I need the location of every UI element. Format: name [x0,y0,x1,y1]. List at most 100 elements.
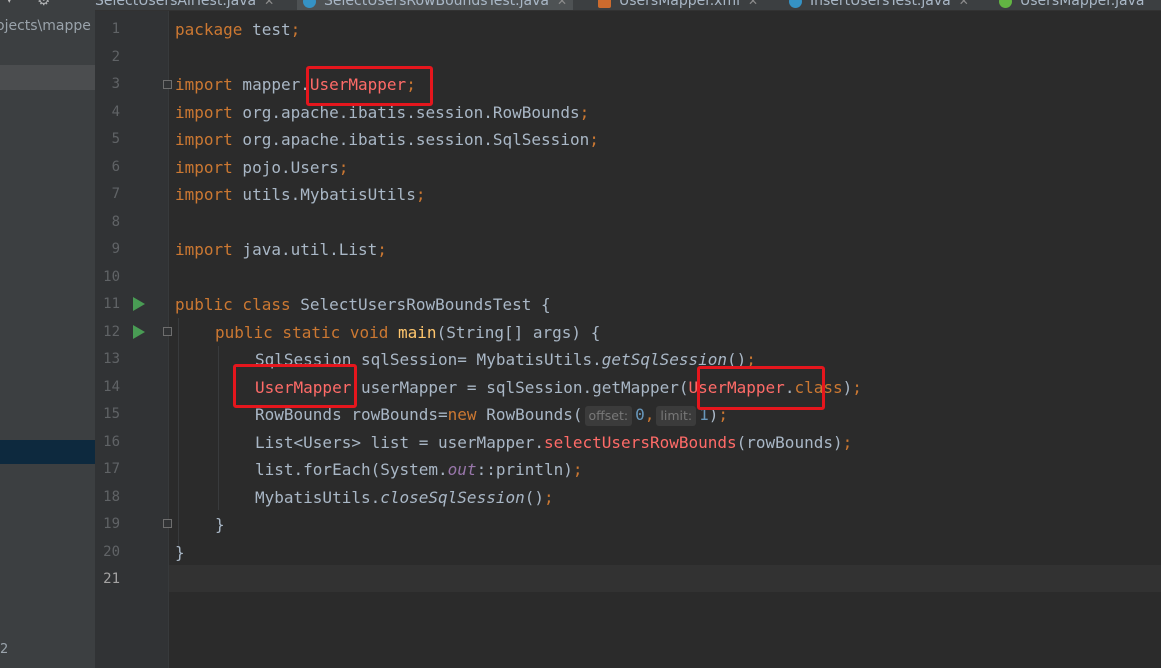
unresolved-symbol: UserMapper [255,378,352,397]
semicolon: ; [415,185,426,204]
tab-select-users-rowbounds-test[interactable]: SelectUsersRowBoundsTest.java ✕ [297,0,574,10]
code-line-14[interactable]: UserMapper userMapper = sqlSession.getMa… [255,374,862,401]
code-line-13[interactable]: SqlSession sqlSession= MybatisUtils.getS… [255,346,756,373]
number-literal: 1 [699,405,709,424]
keyword: package [175,20,243,39]
code-text: (rowBounds) [736,433,843,452]
code-text: } [175,543,185,562]
tab-select-users-all-test[interactable]: SelectUsersAllTest.java ✕ [95,0,274,10]
indent-guide [218,346,219,510]
code-line-9[interactable]: import java.util.List; [175,236,387,263]
code-line-4[interactable]: import org.apache.ibatis.session.RowBoun… [175,99,589,126]
line-number: 1 [111,21,120,37]
line-number: 19 [103,516,120,532]
collapse-icon[interactable]: ▾ [6,0,13,7]
tab-insert-users-test[interactable]: InsertUsersTest.java ✕ [789,0,969,10]
keyword: import [175,75,233,94]
unresolved-method: selectUsersRowBounds [543,433,737,452]
number-literal: 0 [635,405,645,424]
code-line-1[interactable]: package test; [175,16,300,43]
code-line-18[interactable]: MybatisUtils.closeSqlSession(); [255,484,554,511]
code-line-3[interactable]: import mapper.UserMapper; [175,71,416,98]
code-text: SelectUsersRowBoundsTest { [290,295,551,314]
line-number: 5 [111,131,120,147]
line-number: 17 [103,461,120,477]
project-path[interactable]: ojects\mappe [0,18,95,34]
close-icon[interactable]: ✕ [959,0,969,8]
code-text: org.apache.ibatis.session.RowBounds [232,103,580,122]
fold-icon[interactable] [163,519,172,528]
code-text: SqlSession sqlSession= MybatisUtils. [255,350,602,369]
code-line-20[interactable]: } [175,539,185,566]
code-text: pojo.Users [232,158,339,177]
fold-icon[interactable] [163,80,172,89]
code-line-7[interactable]: import utils.MybatisUtils; [175,181,425,208]
tab-label: UsersMapper.xml [619,0,740,9]
fold-icon[interactable] [163,327,172,336]
semicolon: ; [579,103,590,122]
tab-users-mapper-java[interactable]: UsersMapper.java [999,0,1145,10]
code-line-17[interactable]: list.forEach(System.out::println); [255,456,583,483]
close-icon[interactable]: ✕ [264,0,274,8]
close-icon[interactable]: ✕ [557,0,567,8]
line-number: 7 [111,186,120,202]
code-text: RowBounds( [476,405,583,424]
code-text: ) [842,378,853,397]
tab-label: SelectUsersRowBoundsTest.java [324,0,549,9]
static-method-call: closeSqlSession [380,488,525,507]
code-text: } [215,515,225,534]
tab-users-mapper-xml[interactable]: UsersMapper.xml ✕ [598,0,758,10]
run-icon[interactable] [133,325,145,339]
comma: , [644,405,655,424]
code-line-15[interactable]: RowBounds rowBounds=new RowBounds(offset… [255,401,728,428]
code-line-19[interactable]: } [215,511,225,538]
semicolon: ; [338,158,349,177]
line-number: 10 [103,268,120,285]
line-number: 15 [103,406,120,422]
editor-tab-bar: SelectUsersAllTest.java ✕ SelectUsersRowB… [95,0,1161,11]
line-number: 4 [111,103,120,120]
semicolon: ; [589,130,599,149]
project-tree-row-highlight[interactable] [0,65,95,90]
line-number: 6 [111,158,120,175]
project-tree-row-selected[interactable] [0,440,95,464]
code-line-5[interactable]: import org.apache.ibatis.session.SqlSess… [175,126,599,153]
method-name: main [388,323,437,342]
code-text: () [524,488,544,507]
code-text: org.apache.ibatis.session.SqlSession [232,130,590,149]
parameter-hint: offset: [584,406,633,426]
semicolon: ; [406,75,416,94]
semicolon: ; [572,460,583,479]
run-icon[interactable] [133,297,145,311]
keyword: import [175,158,233,177]
code-text: List<Users> list = userMapper. [255,433,544,452]
keyword: public static void [215,323,389,342]
keyword: import [175,240,233,259]
project-toolbar: ▾ ⚙ [0,0,95,9]
code-line-12[interactable]: public static void main(String[] args) { [215,319,600,346]
tab-label: UsersMapper.java [1020,0,1145,9]
line-number: 21 [103,571,120,587]
semicolon: ; [746,350,756,369]
code-text: test [242,20,291,39]
project-panel[interactable]: ▾ ⚙ ojects\mappe 2 [0,0,95,668]
close-icon[interactable]: ✕ [748,0,758,8]
code-text: MybatisUtils. [255,488,381,507]
tab-label: InsertUsersTest.java [810,0,951,9]
line-number: 13 [103,351,120,367]
semicolon: ; [290,20,301,39]
keyword: import [175,185,233,204]
code-line-16[interactable]: List<Users> list = userMapper.selectUser… [255,429,852,456]
code-line-6[interactable]: import pojo.Users; [175,154,348,181]
line-number: 3 [111,76,120,92]
code-text: list.forEach(System. [255,460,448,479]
keyword: class [794,378,843,397]
gear-icon[interactable]: ⚙ [37,0,50,9]
line-number: 12 [103,323,120,340]
code-text: mapper. [232,75,310,94]
java-class-icon [789,0,802,8]
code-line-11[interactable]: public class SelectUsersRowBoundsTest { [175,291,551,318]
code-text: ::println) [476,460,573,479]
xml-file-icon [598,0,611,8]
semicolon: ; [842,433,853,452]
